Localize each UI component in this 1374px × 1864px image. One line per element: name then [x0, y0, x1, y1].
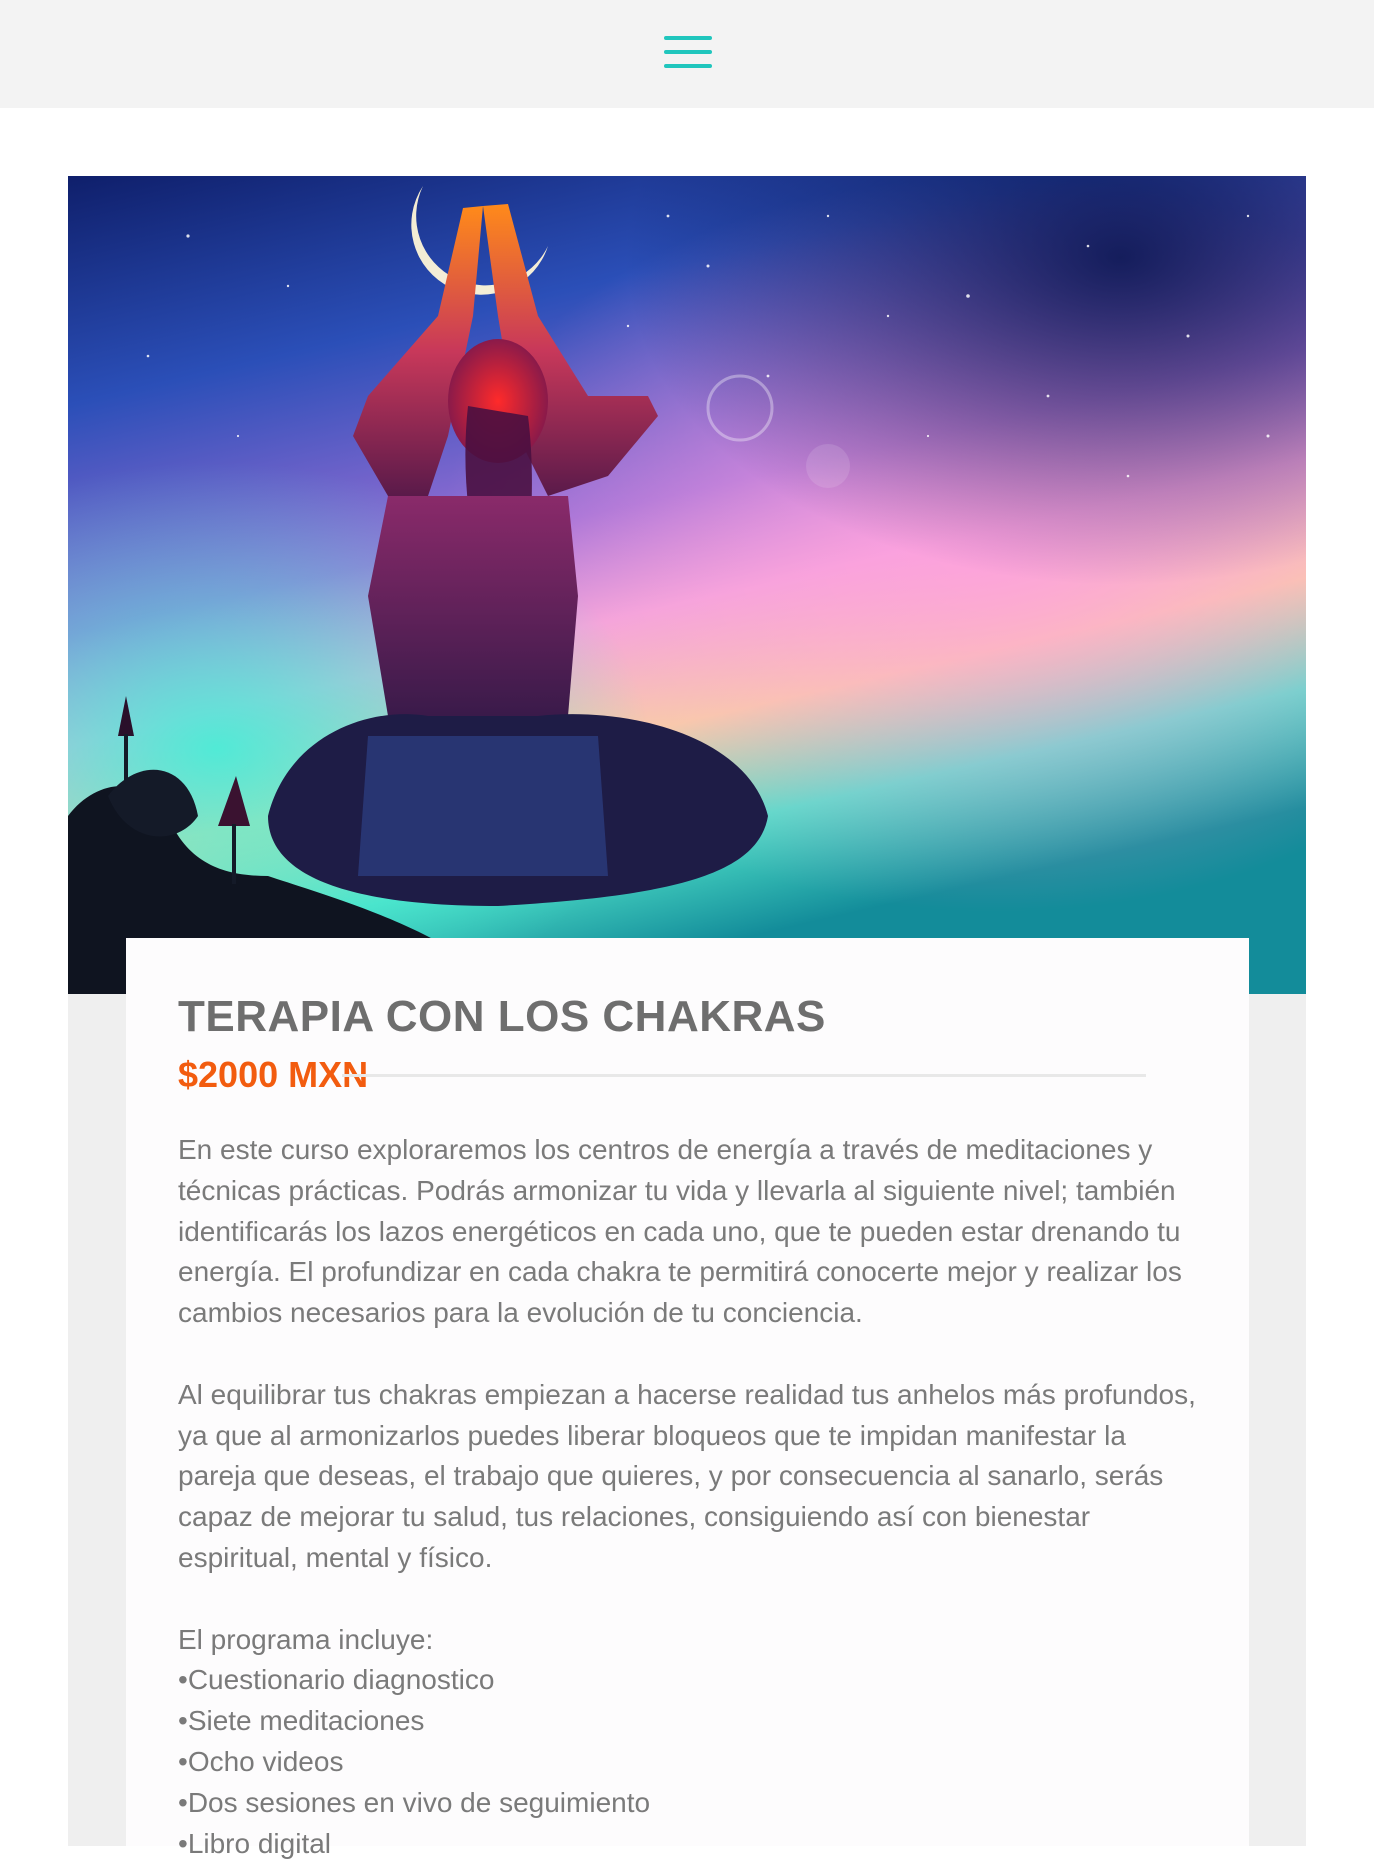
- program-item: Siete meditaciones: [178, 1701, 1208, 1742]
- program-item: Dos sesiones en vivo de seguimiento: [178, 1783, 1208, 1824]
- course-card: TERAPIA CON LOS CHAKRAS $2000 MXN En est…: [126, 938, 1249, 1859]
- yoga-silhouette-image: [68, 176, 1306, 994]
- program-heading: El programa incluye:: [178, 1623, 434, 1655]
- description-paragraph-1: En este curso exploraremos los centros d…: [178, 1134, 1182, 1329]
- program-list: Cuestionario diagnostico Siete meditacio…: [178, 1660, 1208, 1864]
- hamburger-menu-icon[interactable]: [664, 36, 712, 68]
- course-title: TERAPIA CON LOS CHAKRAS: [178, 992, 826, 1041]
- course-description: En este curso exploraremos los centros d…: [178, 1130, 1208, 1864]
- program-item: Libro digital: [178, 1824, 1208, 1864]
- hero-image: [68, 176, 1306, 994]
- price-divider: [342, 1074, 1146, 1077]
- course-price: $2000 MXN: [178, 1054, 369, 1095]
- program-item: Cuestionario diagnostico: [178, 1660, 1208, 1701]
- program-item: Ocho videos: [178, 1742, 1208, 1783]
- top-navigation-bar: [0, 0, 1374, 108]
- description-paragraph-2: Al equilibrar tus chakras empiezan a hac…: [178, 1378, 1196, 1573]
